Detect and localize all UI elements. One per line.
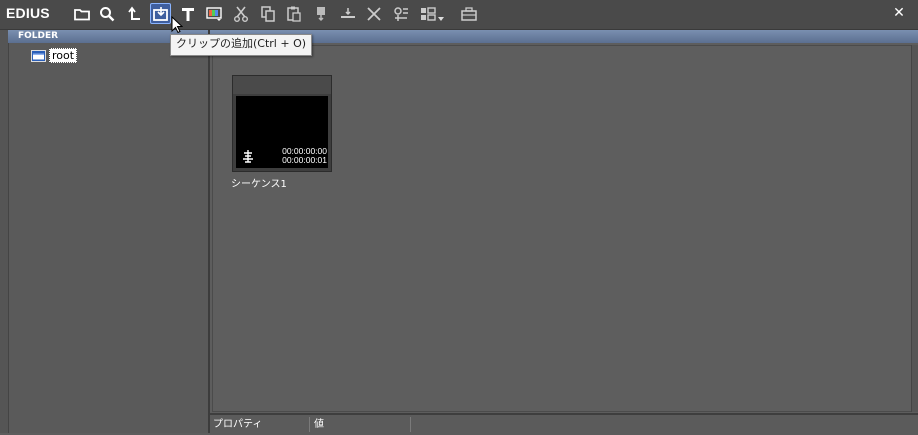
sequence-icon bbox=[241, 149, 255, 163]
close-button[interactable]: ✕ bbox=[890, 3, 908, 23]
close-icon: ✕ bbox=[893, 5, 905, 21]
clip-name: シーケンス1 bbox=[231, 179, 287, 190]
left-splitter[interactable] bbox=[0, 30, 9, 433]
properties-icon[interactable] bbox=[390, 3, 411, 24]
clip-area[interactable]: 00:00:00:00 00:00:00:01 シーケンス1 bbox=[212, 45, 912, 412]
tree-item-label: root bbox=[49, 48, 78, 63]
search-icon[interactable] bbox=[96, 3, 117, 24]
clip-thumbnail[interactable]: 00:00:00:00 00:00:00:01 bbox=[232, 75, 332, 172]
folder-icon[interactable] bbox=[71, 3, 92, 24]
clip-header bbox=[233, 76, 331, 94]
right-scrollbar[interactable] bbox=[911, 45, 918, 412]
clip-timecode-out: 00:00:00:01 bbox=[282, 155, 327, 165]
toolbar: EDIUS ✕ bbox=[0, 0, 918, 30]
mouse-cursor bbox=[171, 15, 184, 34]
copy-icon[interactable] bbox=[257, 3, 278, 24]
delete-icon[interactable] bbox=[363, 3, 384, 24]
up-icon[interactable] bbox=[124, 3, 145, 24]
property-column-header[interactable]: プロパティ bbox=[210, 417, 310, 432]
add-clip-icon[interactable] bbox=[150, 3, 171, 24]
folder-icon bbox=[31, 49, 46, 62]
bin-panel: 00:00:00:00 00:00:00:01 シーケンス1 bbox=[210, 30, 918, 412]
toolbox-icon[interactable] bbox=[458, 3, 479, 24]
overwrite-icon[interactable] bbox=[337, 3, 358, 24]
value-column-header[interactable]: 値 bbox=[311, 417, 411, 432]
clip-preview: 00:00:00:00 00:00:00:01 bbox=[236, 96, 328, 168]
property-bar: プロパティ 値 bbox=[210, 413, 918, 435]
insert-icon[interactable] bbox=[310, 3, 331, 24]
folder-panel: FOLDER root bbox=[0, 30, 210, 433]
cut-icon[interactable] bbox=[230, 3, 251, 24]
chevron-down-icon bbox=[438, 16, 444, 21]
view-icon[interactable] bbox=[417, 3, 447, 24]
color-bars-icon[interactable] bbox=[203, 3, 224, 24]
app-title: EDIUS bbox=[6, 5, 50, 21]
paste-icon[interactable] bbox=[283, 3, 304, 24]
bin-panel-header bbox=[210, 30, 918, 43]
tree-item-root[interactable]: root bbox=[31, 48, 78, 63]
tooltip: クリップの追加(Ctrl + O) bbox=[170, 34, 313, 56]
